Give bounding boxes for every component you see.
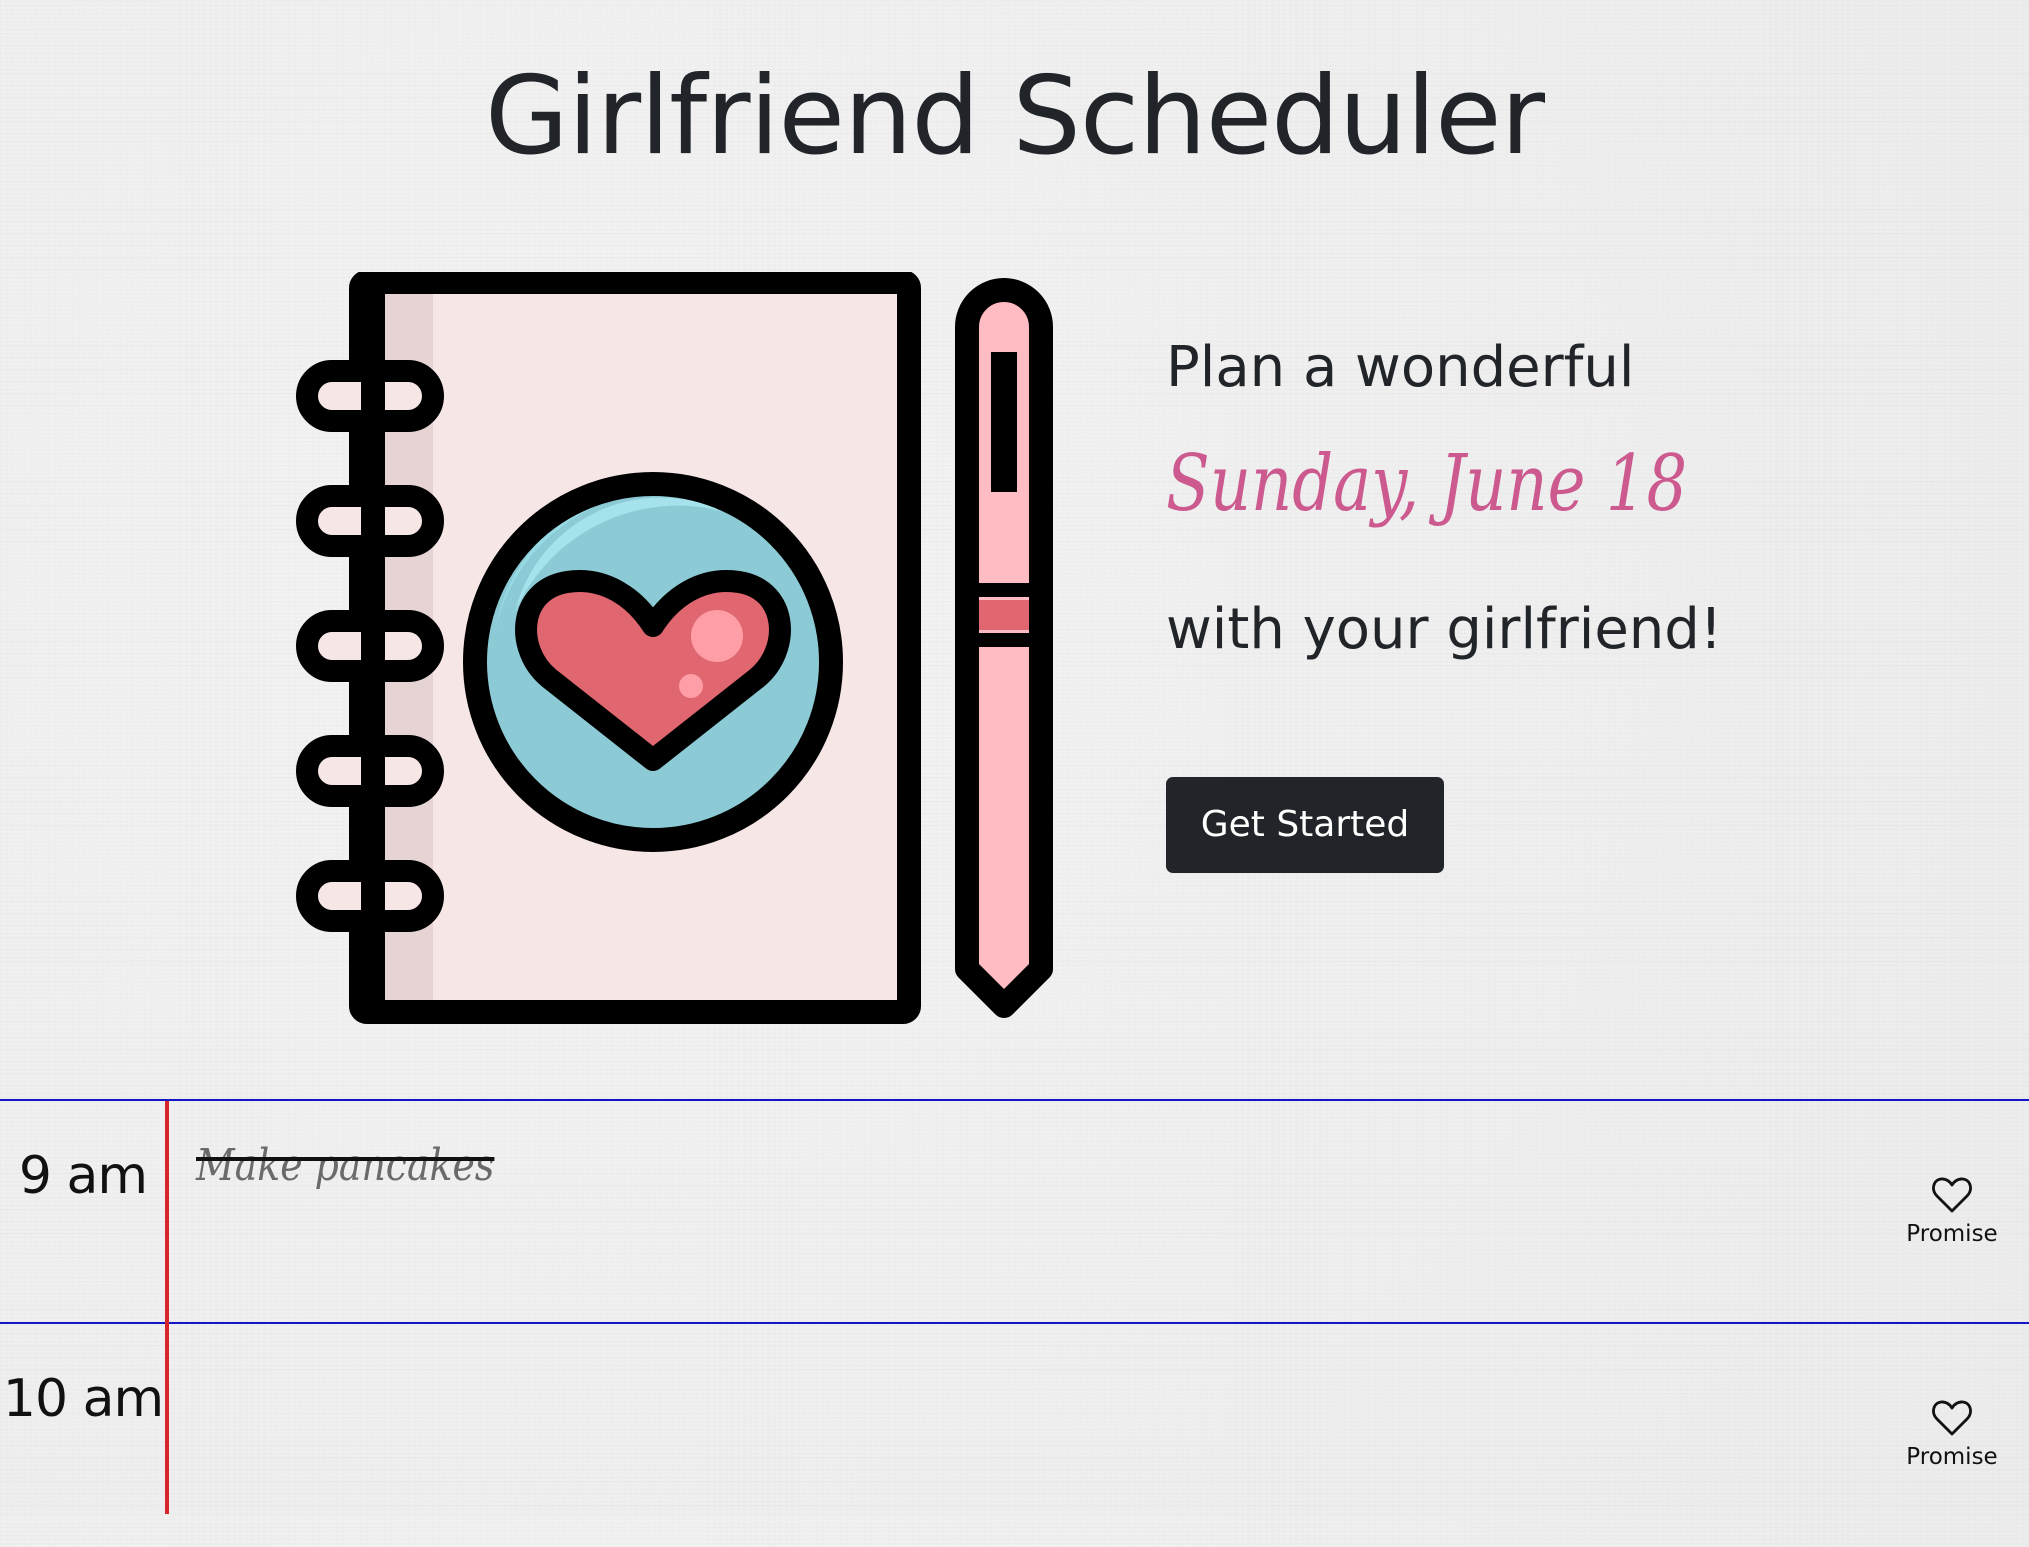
promise-button[interactable]: Promise (1897, 1392, 2007, 1478)
hour-label: 9 am (18, 1146, 148, 1206)
promise-label: Promise (1906, 1444, 1998, 1470)
girlfriend-text: with your girlfriend! (1166, 597, 1723, 662)
event-label: Make pancakes (196, 1139, 495, 1191)
strikethrough-line (196, 1157, 495, 1161)
promise-label: Promise (1906, 1221, 1998, 1247)
heart-outline-icon (1932, 1400, 1972, 1436)
hour-label: 10 am (2, 1369, 164, 1429)
notebook-margin-line (165, 1101, 169, 1514)
hour-row-10am: 10 am Promise (0, 1322, 2029, 1547)
selected-date: Sunday, June 18 (1166, 439, 1688, 529)
event-text-completed[interactable]: Make pancakes (196, 1125, 495, 1205)
hour-planner: 9 am Make pancakes Promise 10 am Promise (0, 1099, 2029, 1514)
hour-row-9am: 9 am Make pancakes Promise (0, 1099, 2029, 1324)
notebook-heart-pen-illustration (295, 272, 1060, 1032)
heart-outline-icon (1932, 1177, 1972, 1213)
get-started-button[interactable]: Get Started (1166, 777, 1444, 873)
heart-badge-icon (463, 472, 843, 852)
pen-icon (955, 278, 1053, 1018)
promise-button[interactable]: Promise (1897, 1169, 2007, 1255)
plan-text: Plan a wonderful (1166, 335, 1635, 400)
page-title: Girlfriend Scheduler (485, 54, 1545, 179)
